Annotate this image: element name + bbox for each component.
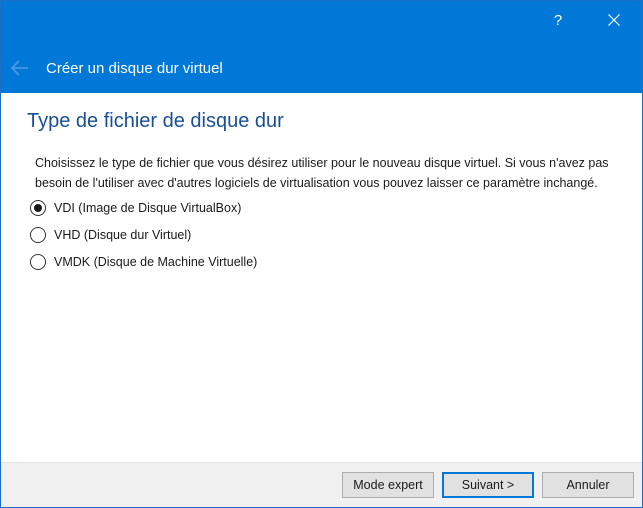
- help-button[interactable]: ?: [530, 1, 586, 39]
- radio-button-vhd[interactable]: [30, 227, 46, 243]
- radio-button-vdi[interactable]: [30, 200, 46, 216]
- radio-button-vmdk[interactable]: [30, 254, 46, 270]
- close-button[interactable]: [586, 1, 642, 39]
- close-icon: [608, 14, 620, 26]
- radio-option-vmdk[interactable]: VMDK (Disque de Machine Virtuelle): [30, 252, 257, 272]
- next-button[interactable]: Suivant >: [442, 472, 534, 498]
- radio-option-vhd[interactable]: VHD (Disque dur Virtuel): [30, 225, 191, 245]
- wizard-title: Créer un disque dur virtuel: [46, 60, 223, 77]
- page-title: Type de fichier de disque dur: [27, 110, 284, 132]
- wizard-window: ? Créer un disque dur virtuel Type de fi…: [0, 0, 643, 508]
- wizard-content: Type de fichier de disque dur Choisissez…: [1, 93, 642, 462]
- page-description: Choisissez le type de fichier que vous d…: [35, 156, 609, 190]
- window-controls: ?: [530, 1, 642, 39]
- expert-mode-button[interactable]: Mode expert: [342, 472, 434, 498]
- back-arrow-icon[interactable]: [10, 59, 30, 77]
- radio-label-vmdk: VMDK (Disque de Machine Virtuelle): [54, 255, 258, 269]
- cancel-button[interactable]: Annuler: [542, 472, 634, 498]
- help-icon: ?: [553, 11, 563, 29]
- title-bar: ? Créer un disque dur virtuel: [1, 1, 642, 93]
- radio-label-vhd: VHD (Disque dur Virtuel): [54, 228, 192, 242]
- radio-label-vdi: VDI (Image de Disque VirtualBox): [54, 201, 242, 215]
- radio-option-vdi[interactable]: VDI (Image de Disque VirtualBox): [30, 198, 241, 218]
- button-bar: Mode expert Suivant > Annuler: [1, 462, 642, 507]
